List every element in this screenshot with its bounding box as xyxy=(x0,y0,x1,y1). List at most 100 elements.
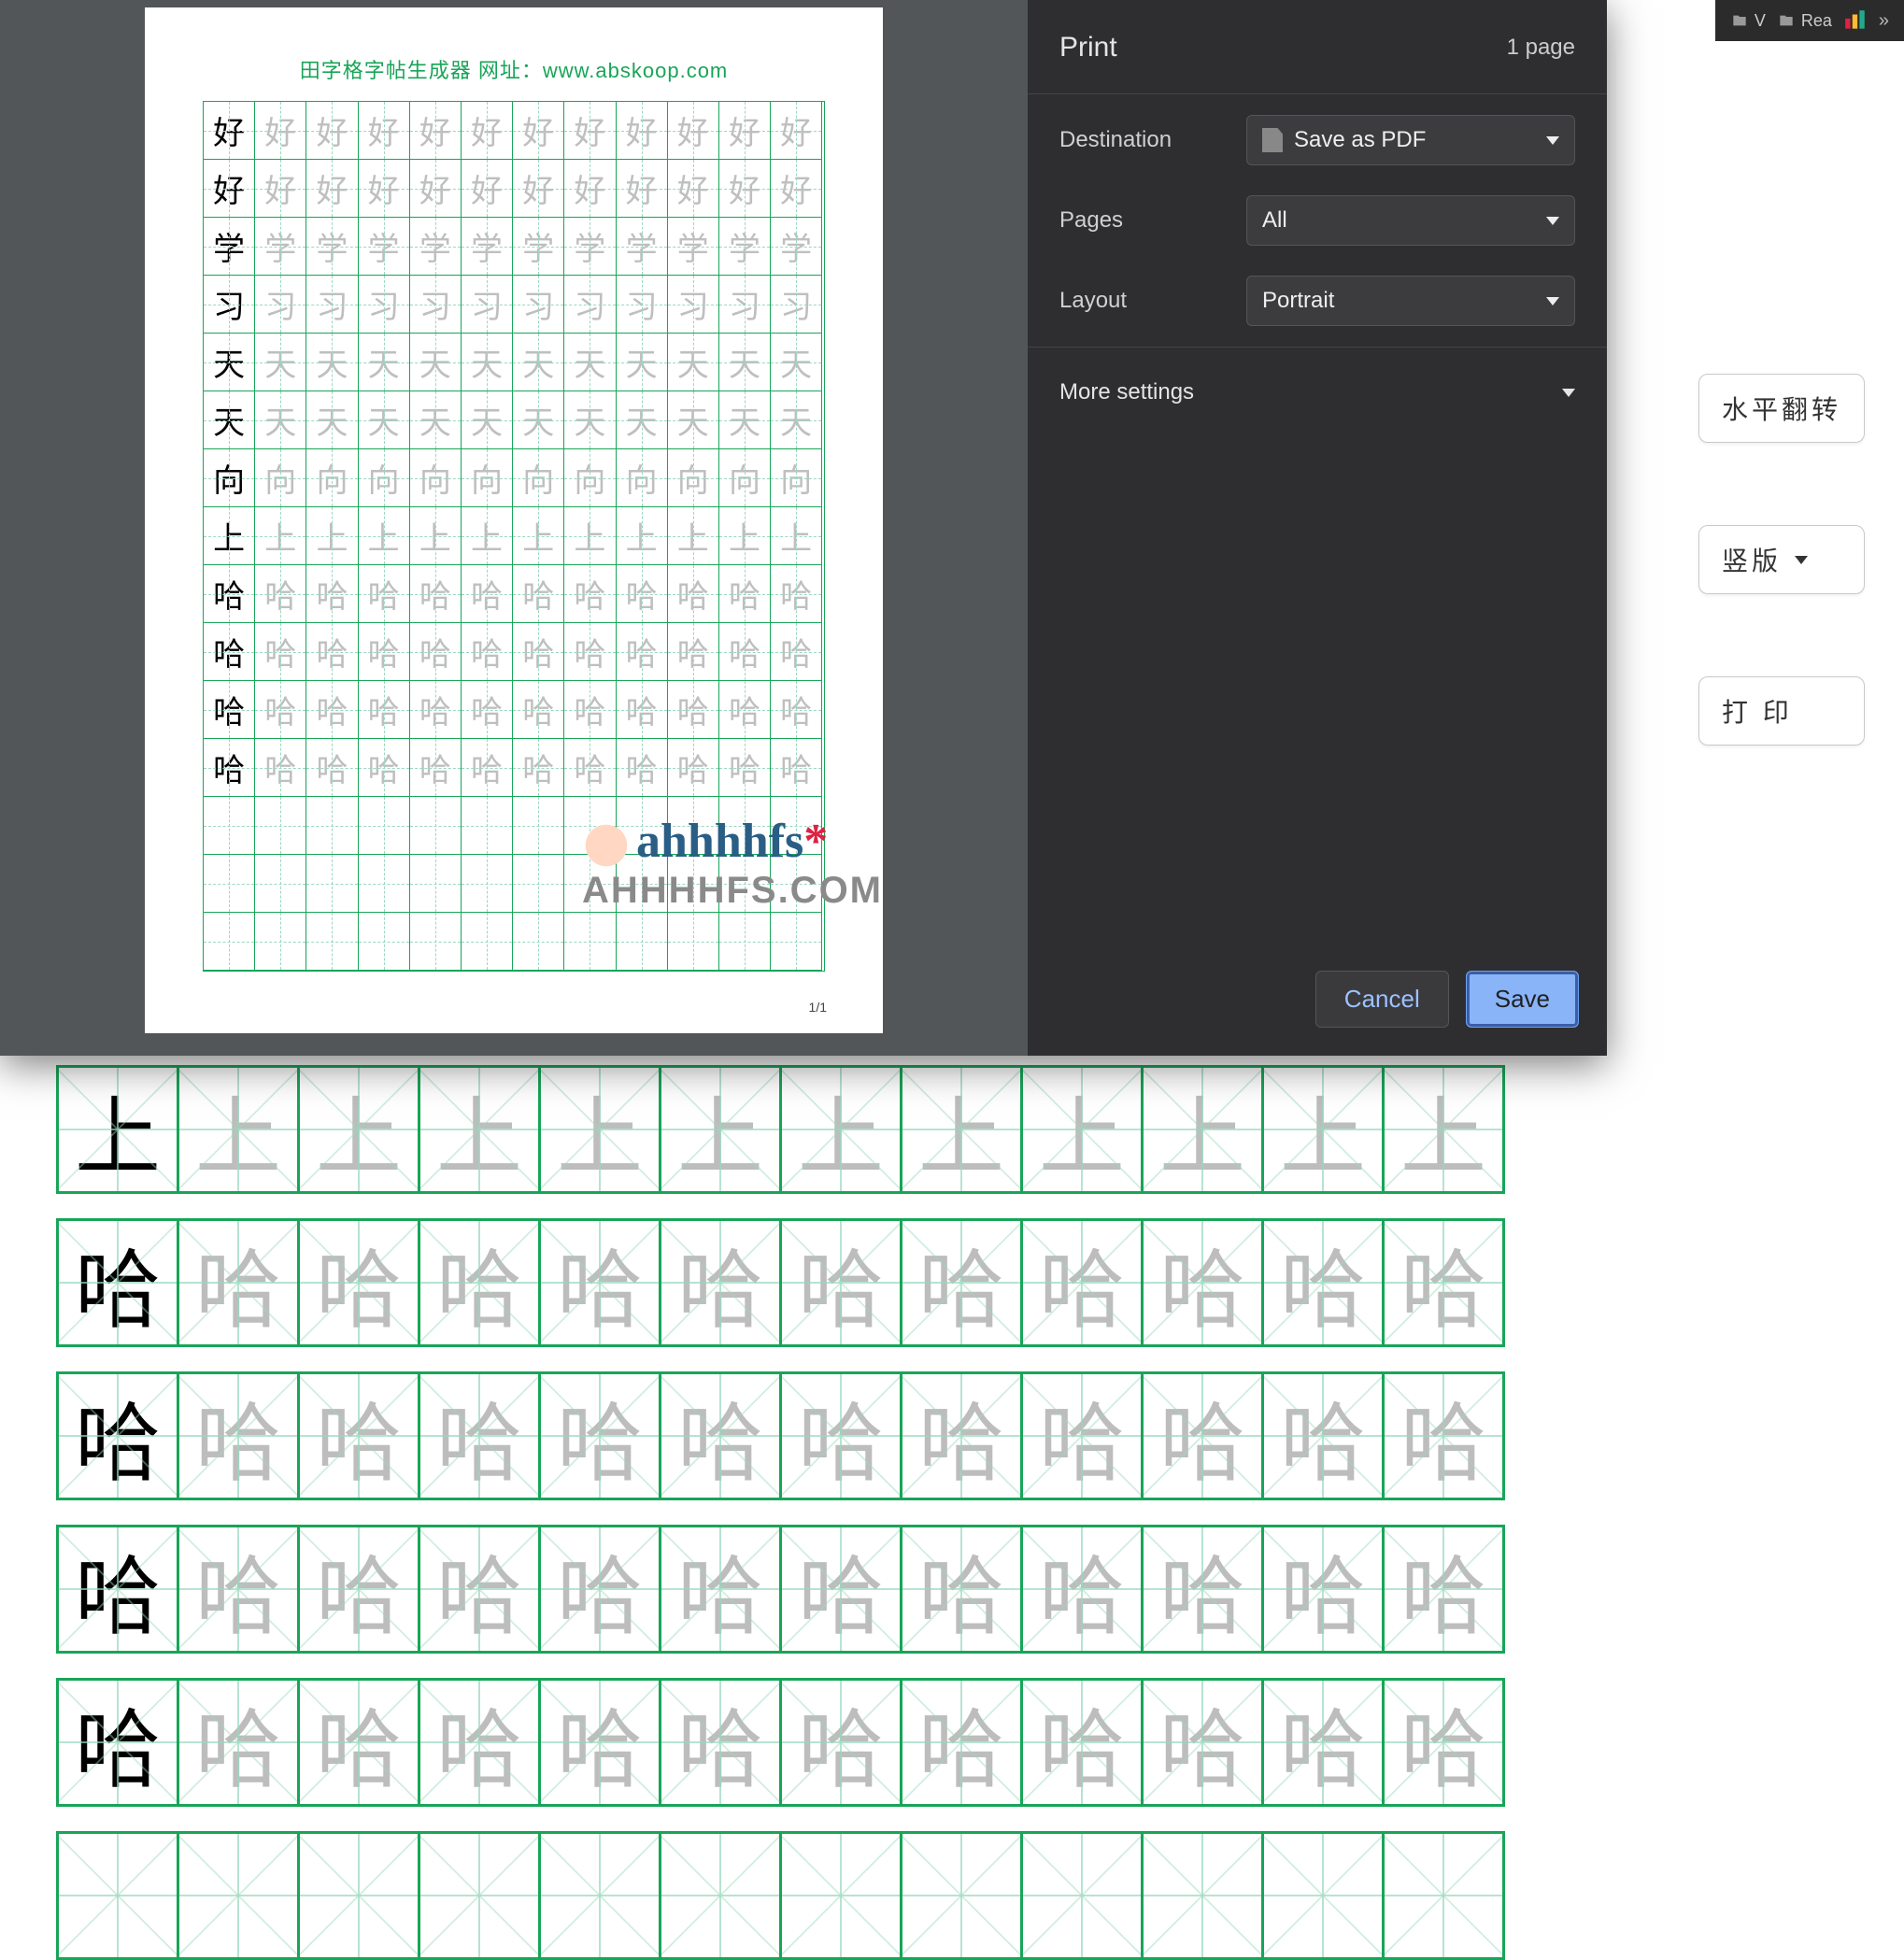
big-cell-trace: 哈 xyxy=(538,1678,661,1807)
grid-cell-trace: 好 xyxy=(359,102,410,160)
grid-cell-trace: 好 xyxy=(617,102,668,160)
flip-horizontal-button[interactable]: 水平翻转 xyxy=(1698,374,1865,443)
grid-cell-trace: 天 xyxy=(564,334,616,391)
grid-row: 好好好好好好好好好好好好 xyxy=(204,102,824,160)
big-cell-trace: 哈 xyxy=(1020,1525,1144,1654)
big-cell-master: 哈 xyxy=(56,1371,179,1500)
sheet-header: 田字格字帖生成器 网址：www.abskoop.com xyxy=(203,54,825,84)
grid-row: 学学学学学学学学学学学学 xyxy=(204,218,824,276)
grid-row: 习习习习习习习习习习习习 xyxy=(204,276,824,334)
grid-cell-trace xyxy=(255,913,306,971)
grid-cell-trace: 习 xyxy=(668,276,719,334)
pdf-icon xyxy=(1262,128,1283,152)
grid-cell-trace: 向 xyxy=(306,449,358,507)
grid-cell-master: 向 xyxy=(204,449,255,507)
grid-cell-trace xyxy=(410,913,462,971)
more-settings-toggle[interactable]: More settings xyxy=(1028,348,1607,437)
destination-select[interactable]: Save as PDF xyxy=(1246,115,1575,165)
grid-cell-master: 哈 xyxy=(204,565,255,623)
grid-cell-trace: 好 xyxy=(719,102,771,160)
chevron-down-icon xyxy=(1562,389,1575,397)
grid-cell-trace: 学 xyxy=(306,218,358,276)
grid-cell-trace: 哈 xyxy=(771,681,822,739)
grid-cell-trace: 学 xyxy=(410,218,462,276)
grid-cell-trace: 上 xyxy=(306,507,358,565)
bookmark-folder-v[interactable]: V xyxy=(1730,11,1766,31)
grid-cell-trace: 哈 xyxy=(617,623,668,681)
grid-cell-trace: 哈 xyxy=(719,739,771,797)
big-grid-row: 哈哈哈哈哈哈哈哈哈哈哈哈 xyxy=(56,1678,1505,1807)
pages-label: Pages xyxy=(1059,207,1246,234)
grid-cell-trace xyxy=(410,797,462,855)
big-cell-trace: 哈 xyxy=(659,1525,782,1654)
pages-select[interactable]: All xyxy=(1246,195,1575,246)
grid-cell-trace: 好 xyxy=(410,102,462,160)
grid-row: 哈哈哈哈哈哈哈哈哈哈哈哈 xyxy=(204,623,824,681)
big-cell-trace: 哈 xyxy=(779,1678,902,1807)
bookmark-label: Rea xyxy=(1801,11,1832,31)
grid-cell-trace: 好 xyxy=(668,102,719,160)
grid-cell-trace: 天 xyxy=(359,391,410,449)
save-button[interactable]: Save xyxy=(1466,971,1579,1028)
grid-cell-trace xyxy=(668,797,719,855)
grid-cell-trace: 哈 xyxy=(668,623,719,681)
grid-cell-trace: 向 xyxy=(668,449,719,507)
grid-cell-trace: 好 xyxy=(564,102,616,160)
grid-cell-trace: 哈 xyxy=(410,739,462,797)
grid-cell-trace: 哈 xyxy=(513,739,564,797)
grid-cell-trace: 天 xyxy=(513,391,564,449)
grid-cell-trace: 上 xyxy=(462,507,513,565)
grid-row: 向向向向向向向向向向向向 xyxy=(204,449,824,507)
big-cell-trace: 哈 xyxy=(779,1371,902,1500)
big-cell-trace: 哈 xyxy=(1141,1371,1264,1500)
grid-cell-trace: 天 xyxy=(306,391,358,449)
grid-cell-trace xyxy=(306,913,358,971)
layout-label: Layout xyxy=(1059,288,1246,314)
grid-cell-trace: 好 xyxy=(771,160,822,218)
grid-cell-trace xyxy=(513,797,564,855)
grid-cell-trace: 习 xyxy=(359,276,410,334)
big-cell-trace: 哈 xyxy=(418,1218,541,1347)
dialog-title: Print xyxy=(1059,32,1117,64)
grid-cell-trace: 哈 xyxy=(513,681,564,739)
chevron-down-icon xyxy=(1546,136,1559,145)
save-label: Save xyxy=(1495,985,1550,1013)
grid-cell-trace: 习 xyxy=(306,276,358,334)
big-cell-trace: 哈 xyxy=(900,1371,1023,1500)
grid-cell-trace: 哈 xyxy=(564,739,616,797)
grid-cell-trace: 哈 xyxy=(306,565,358,623)
grid-cell-trace: 天 xyxy=(719,334,771,391)
grid-cell-trace xyxy=(462,855,513,913)
big-cell-trace: 哈 xyxy=(900,1218,1023,1347)
big-cell-trace xyxy=(779,1831,902,1960)
practice-grid-large: 上上上上上上上上上上上上哈哈哈哈哈哈哈哈哈哈哈哈哈哈哈哈哈哈哈哈哈哈哈哈哈哈哈哈… xyxy=(56,1065,1505,1960)
big-cell-trace xyxy=(177,1831,300,1960)
grid-cell-trace xyxy=(306,797,358,855)
grid-row xyxy=(204,855,824,913)
grid-cell-trace: 向 xyxy=(410,449,462,507)
cancel-button[interactable]: Cancel xyxy=(1315,971,1449,1028)
overflow-chevron-icon[interactable]: » xyxy=(1879,10,1889,32)
big-cell-trace: 哈 xyxy=(1141,1218,1264,1347)
extension-icon[interactable] xyxy=(1843,8,1868,33)
cancel-label: Cancel xyxy=(1344,985,1420,1013)
grid-cell-trace: 好 xyxy=(719,160,771,218)
print-button[interactable]: 打 印 xyxy=(1698,676,1865,746)
layout-select[interactable]: Portrait xyxy=(1246,276,1575,326)
grid-cell-trace: 学 xyxy=(617,218,668,276)
orientation-select[interactable]: 竖版 xyxy=(1698,525,1865,594)
big-cell-trace xyxy=(297,1831,420,1960)
grid-cell-trace: 好 xyxy=(462,160,513,218)
grid-cell-trace: 好 xyxy=(255,160,306,218)
grid-cell-trace: 好 xyxy=(668,160,719,218)
big-grid-row xyxy=(56,1831,1505,1960)
destination-value: Save as PDF xyxy=(1294,127,1426,153)
big-cell-master: 哈 xyxy=(56,1218,179,1347)
bookmark-folder-rea[interactable]: Rea xyxy=(1777,11,1832,31)
grid-cell-trace xyxy=(564,855,616,913)
grid-cell-trace: 好 xyxy=(513,160,564,218)
grid-cell-trace: 哈 xyxy=(564,681,616,739)
big-cell-trace: 哈 xyxy=(900,1525,1023,1654)
grid-cell-trace: 好 xyxy=(462,102,513,160)
grid-cell-trace xyxy=(719,913,771,971)
